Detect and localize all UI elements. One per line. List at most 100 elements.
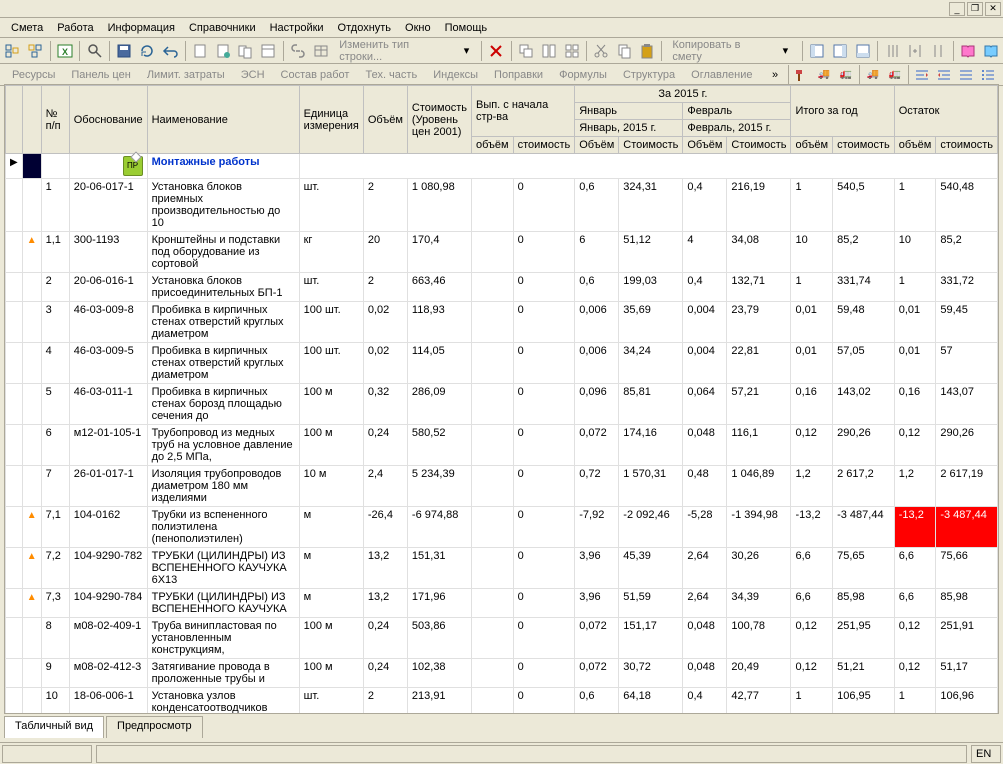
col-jan2[interactable]: Январь, 2015 г. xyxy=(575,120,683,137)
data-grid[interactable]: № п/п Обоснование Наименование Единица и… xyxy=(4,84,999,714)
table-row[interactable]: 446-03-009-5Пробивка в кирпичных стенах … xyxy=(6,343,998,384)
menu-Справочники[interactable]: Справочники xyxy=(182,20,263,36)
table-row[interactable]: 120-06-017-1Установка блоков приемных пр… xyxy=(6,179,998,232)
section-icon: ПР xyxy=(123,156,143,176)
footer-tab-1[interactable]: Предпросмотр xyxy=(106,716,203,738)
dropdown2-icon[interactable]: ▾ xyxy=(775,40,796,62)
table-row[interactable]: 346-03-009-8Пробивка в кирпичных стенах … xyxy=(6,302,998,343)
menu-Настройки[interactable]: Настройки xyxy=(263,20,331,36)
col-feb[interactable]: Февраль xyxy=(683,103,791,120)
cut-icon[interactable] xyxy=(591,40,612,62)
table-row[interactable]: 9м08-02-412-3Затягивание провода в проло… xyxy=(6,659,998,688)
resource-icon: ▲ xyxy=(27,551,37,562)
col-name[interactable]: Наименование xyxy=(147,86,299,154)
menu-Окно[interactable]: Окно xyxy=(398,20,438,36)
col-rest[interactable]: Остаток xyxy=(894,86,997,137)
tab-Лимит. затраты[interactable]: Лимит. затраты xyxy=(139,66,233,84)
tab-Оглавление[interactable]: Оглавление xyxy=(683,66,760,84)
col-basis[interactable]: Обоснование xyxy=(69,86,147,154)
tree-expand-icon[interactable] xyxy=(2,40,23,62)
tile-icon[interactable] xyxy=(538,40,559,62)
close-button[interactable]: ✕ xyxy=(985,2,1001,16)
col-num[interactable]: № п/п xyxy=(41,86,69,154)
panel3-icon[interactable] xyxy=(852,40,873,62)
list-icon[interactable] xyxy=(977,64,999,86)
menu-Смета[interactable]: Смета xyxy=(4,20,50,36)
tab-Ресурсы[interactable]: Ресурсы xyxy=(4,66,63,84)
table-row[interactable]: 726-01-017-1Изоляция трубопроводов диаме… xyxy=(6,466,998,507)
table-row[interactable]: 1018-06-006-1Установка узлов конденсатоо… xyxy=(6,688,998,714)
tab-Структура[interactable]: Структура xyxy=(615,66,683,84)
secondary-tab-bar: РесурсыПанель ценЛимит. затратыЭСНСостав… xyxy=(0,64,1003,86)
col-jan[interactable]: Январь xyxy=(575,103,683,120)
refresh-icon[interactable] xyxy=(137,40,158,62)
indent-left-icon[interactable] xyxy=(911,64,933,86)
truck3-icon[interactable]: 🚚 xyxy=(862,64,884,86)
col-vol[interactable]: Объём xyxy=(363,86,407,154)
col-cost[interactable]: Стоимость (Уровень цен 2001) xyxy=(407,86,471,154)
truck4-icon[interactable]: 🚛 xyxy=(884,64,906,86)
status-bar: EN xyxy=(0,742,1003,764)
truck1-icon[interactable]: 🚚 xyxy=(813,64,835,86)
expand-tabs-icon[interactable]: » xyxy=(764,64,786,86)
col1-icon[interactable] xyxy=(882,40,903,62)
undo-icon[interactable] xyxy=(160,40,181,62)
tab-Поправки[interactable]: Поправки xyxy=(486,66,551,84)
table-row[interactable]: 8м08-02-409-1Труба винипластовая по уста… xyxy=(6,618,998,659)
table-row[interactable]: ▲7,2104-9290-782ТРУБКИ (ЦИЛИНДРЫ) ИЗ ВСП… xyxy=(6,548,998,589)
tab-Тех. часть[interactable]: Тех. часть xyxy=(357,66,425,84)
doc2-icon[interactable] xyxy=(212,40,233,62)
col-unit[interactable]: Единица измерения xyxy=(299,86,363,154)
col2-icon[interactable] xyxy=(905,40,926,62)
excel-export-icon[interactable]: X xyxy=(55,40,76,62)
table-row[interactable]: ▲1,1300-1193Кронштейны и подставки под о… xyxy=(6,232,998,273)
search-icon[interactable] xyxy=(84,40,105,62)
minimize-button[interactable]: _ xyxy=(949,2,965,16)
col-exec[interactable]: Вып. с начала стр-ва xyxy=(471,86,574,137)
table-row[interactable]: 6м12-01-105-1Трубопровод из медных труб … xyxy=(6,425,998,466)
outdent-icon[interactable] xyxy=(955,64,977,86)
doc1-icon[interactable] xyxy=(189,40,210,62)
tree-collapse-icon[interactable] xyxy=(25,40,46,62)
truck2-icon[interactable]: 🚛 xyxy=(835,64,857,86)
col3-icon[interactable] xyxy=(928,40,949,62)
cascade-icon[interactable] xyxy=(516,40,537,62)
menu-Информация[interactable]: Информация xyxy=(101,20,182,36)
book1-icon[interactable] xyxy=(958,40,979,62)
col-year[interactable]: За 2015 г. xyxy=(575,86,791,103)
save-icon[interactable] xyxy=(114,40,135,62)
col-feb2[interactable]: Февраль, 2015 г. xyxy=(683,120,791,137)
change-row-type-button[interactable]: Изменить тип строки... xyxy=(333,39,454,63)
copy-icon[interactable] xyxy=(614,40,635,62)
paste-icon[interactable] xyxy=(637,40,658,62)
panel2-icon[interactable] xyxy=(830,40,851,62)
table-icon[interactable] xyxy=(310,40,331,62)
menu-Помощь[interactable]: Помощь xyxy=(438,20,495,36)
book2-icon[interactable] xyxy=(980,40,1001,62)
menu-Отдохнуть[interactable]: Отдохнуть xyxy=(331,20,399,36)
tab-ЭСН[interactable]: ЭСН xyxy=(233,66,273,84)
doc4-icon[interactable] xyxy=(258,40,279,62)
delete-icon[interactable] xyxy=(486,40,507,62)
link-icon[interactable] xyxy=(288,40,309,62)
footer-tab-0[interactable]: Табличный вид xyxy=(4,716,104,738)
copy-to-estimate-button[interactable]: Копировать в смету xyxy=(666,39,773,63)
table-row[interactable]: ▲7,3104-9290-784ТРУБКИ (ЦИЛИНДРЫ) ИЗ ВСП… xyxy=(6,589,998,618)
table-row[interactable]: 546-03-011-1Пробивка в кирпичных стенах … xyxy=(6,384,998,425)
table-row[interactable]: 220-06-016-1Установка блоков присоединит… xyxy=(6,273,998,302)
table-row[interactable]: ▲7,1104-0162Трубки из вспененного полиэт… xyxy=(6,507,998,548)
indent-right-icon[interactable] xyxy=(933,64,955,86)
tab-Формулы[interactable]: Формулы xyxy=(551,66,615,84)
tab-Индексы[interactable]: Индексы xyxy=(425,66,486,84)
menu-bar: СметаРаботаИнформацияСправочникиНастройк… xyxy=(0,18,1003,38)
col-yeartot[interactable]: Итого за год xyxy=(791,86,894,137)
dropdown-icon[interactable]: ▾ xyxy=(456,40,477,62)
tab-Панель цен[interactable]: Панель цен xyxy=(63,66,138,84)
doc3-icon[interactable] xyxy=(235,40,256,62)
tab-Состав работ[interactable]: Состав работ xyxy=(273,66,358,84)
panel1-icon[interactable] xyxy=(807,40,828,62)
menu-Работа[interactable]: Работа xyxy=(50,20,100,36)
grid-icon[interactable] xyxy=(561,40,582,62)
hammer-icon[interactable] xyxy=(791,64,813,86)
maximize-button[interactable]: ❐ xyxy=(967,2,983,16)
